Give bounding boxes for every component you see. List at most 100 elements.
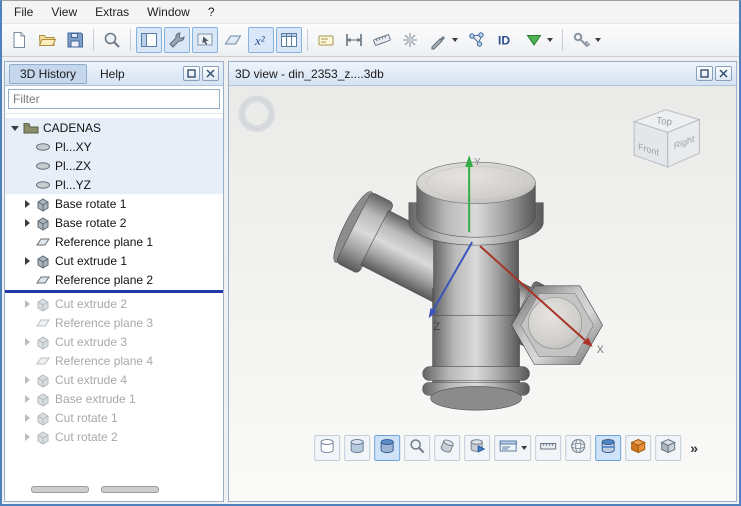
expander-closed-icon[interactable]	[21, 373, 35, 387]
expander-closed-icon[interactable]	[21, 197, 35, 211]
view-panel: 3D view - din_2353_z....3db	[228, 61, 737, 502]
color-mode-button[interactable]	[520, 27, 557, 53]
measure-button[interactable]	[341, 27, 367, 53]
cylinder-shaded-icon	[348, 437, 366, 460]
tree-item[interactable]: CADENAS	[5, 118, 223, 137]
menu-view[interactable]: View	[43, 3, 85, 21]
dropdown-caret-icon	[547, 38, 553, 42]
tree-item[interactable]: Base rotate 1	[5, 194, 223, 213]
tree-item[interactable]: Reference plane 1	[5, 232, 223, 251]
open-button[interactable]	[34, 27, 60, 53]
panel-grip[interactable]	[101, 486, 159, 493]
close-icon	[719, 67, 728, 81]
expander-spacer	[21, 354, 35, 368]
tree-item[interactable]: Cut rotate 1	[5, 408, 223, 427]
tree-item[interactable]: Cut extrude 4	[5, 370, 223, 389]
x-squared-icon: x²	[251, 30, 271, 50]
expander-closed-icon[interactable]	[21, 335, 35, 349]
rotate-view-button[interactable]	[434, 435, 460, 461]
tree-item[interactable]: Reference plane 2	[5, 270, 223, 289]
variables-button[interactable]: x²	[248, 27, 274, 53]
maximize-button[interactable]	[696, 66, 713, 81]
tree-item[interactable]: Reference plane 4	[5, 351, 223, 370]
menu-help[interactable]: ?	[200, 3, 223, 21]
expander-closed-icon[interactable]	[21, 254, 35, 268]
wireframe-view-button[interactable]	[314, 435, 340, 461]
gray-cube-icon	[659, 437, 677, 460]
tab-help[interactable]: Help	[89, 64, 136, 84]
toolbar-separator	[562, 29, 563, 51]
tree-item[interactable]: Base extrude 1	[5, 389, 223, 408]
tree-item[interactable]: Pl...XY	[5, 137, 223, 156]
show-panels-button[interactable]	[136, 27, 162, 53]
close-button[interactable]	[202, 66, 219, 81]
toolbar-separator	[307, 29, 308, 51]
shaded-edges-view-button[interactable]	[374, 435, 400, 461]
expander-closed-icon[interactable]	[21, 216, 35, 230]
probe-button[interactable]	[425, 27, 462, 53]
toolbar-overflow-button[interactable]: »	[686, 439, 702, 457]
perspective-box-button[interactable]	[625, 435, 651, 461]
new-button[interactable]	[6, 27, 32, 53]
open-folder-icon	[37, 30, 57, 50]
menu-window[interactable]: Window	[139, 3, 198, 21]
shaded-view-button[interactable]	[344, 435, 370, 461]
selection-button[interactable]	[192, 27, 218, 53]
mesh-view-button[interactable]	[565, 435, 591, 461]
tree-item[interactable]: Reference plane 3	[5, 313, 223, 332]
tab-3d-history[interactable]: 3D History	[9, 64, 87, 84]
tree-item[interactable]: Cut extrude 2	[5, 294, 223, 313]
maximize-button[interactable]	[183, 66, 200, 81]
table-view-button[interactable]	[276, 27, 302, 53]
compass-widget	[242, 99, 272, 129]
zoom-fit-button[interactable]	[404, 435, 430, 461]
effects-button[interactable]	[397, 27, 423, 53]
link-button[interactable]	[464, 27, 490, 53]
menu-extras[interactable]: Extras	[87, 3, 137, 21]
filter-input[interactable]	[8, 89, 220, 109]
zoom-button[interactable]	[99, 27, 125, 53]
section-view-button[interactable]	[595, 435, 621, 461]
view-cube[interactable]: Top Front Right	[634, 110, 699, 167]
tree-item[interactable]: Pl...YZ	[5, 175, 223, 194]
tree-item[interactable]: Cut extrude 3	[5, 332, 223, 351]
feature-icon	[35, 410, 53, 426]
filter-row	[5, 86, 223, 114]
save-button[interactable]	[62, 27, 88, 53]
expander-open-icon[interactable]	[9, 121, 23, 135]
expander-spacer	[21, 235, 35, 249]
rollback-bar[interactable]	[5, 290, 223, 293]
expander-spacer	[21, 273, 35, 287]
orthographic-box-button[interactable]	[655, 435, 681, 461]
tree-item[interactable]: Pl...ZX	[5, 156, 223, 175]
settings-button[interactable]	[568, 27, 605, 53]
measure-ruler-button[interactable]	[535, 435, 561, 461]
tree-item[interactable]: Cut rotate 2	[5, 427, 223, 446]
id-button[interactable]: ID	[492, 27, 518, 53]
display-icon	[498, 437, 518, 460]
expander-closed-icon[interactable]	[21, 411, 35, 425]
menu-file[interactable]: File	[6, 3, 41, 21]
render-mode-button[interactable]	[494, 435, 531, 461]
animate-view-button[interactable]	[464, 435, 490, 461]
key-icon	[572, 30, 592, 50]
tree-item[interactable]: Cut extrude 1	[5, 251, 223, 270]
close-button[interactable]	[715, 66, 732, 81]
dimension-button[interactable]	[369, 27, 395, 53]
annotation-button[interactable]	[313, 27, 339, 53]
panel-grip[interactable]	[31, 486, 89, 493]
app-window: File View Extras Window ? x² ID	[0, 0, 741, 506]
eyedropper-icon	[429, 30, 449, 50]
tag-icon	[316, 30, 336, 50]
x-axis-label: X	[597, 344, 605, 356]
orange-cube-icon	[629, 437, 647, 460]
tree-item[interactable]: Base rotate 2	[5, 213, 223, 232]
expander-closed-icon[interactable]	[21, 297, 35, 311]
tools-button[interactable]	[164, 27, 190, 53]
expander-closed-icon[interactable]	[21, 430, 35, 444]
reference-plane-button[interactable]	[220, 27, 246, 53]
close-icon	[206, 67, 215, 81]
viewport-3d[interactable]: Top Front Right	[229, 86, 736, 501]
expander-closed-icon[interactable]	[21, 392, 35, 406]
panels-icon	[139, 30, 159, 50]
